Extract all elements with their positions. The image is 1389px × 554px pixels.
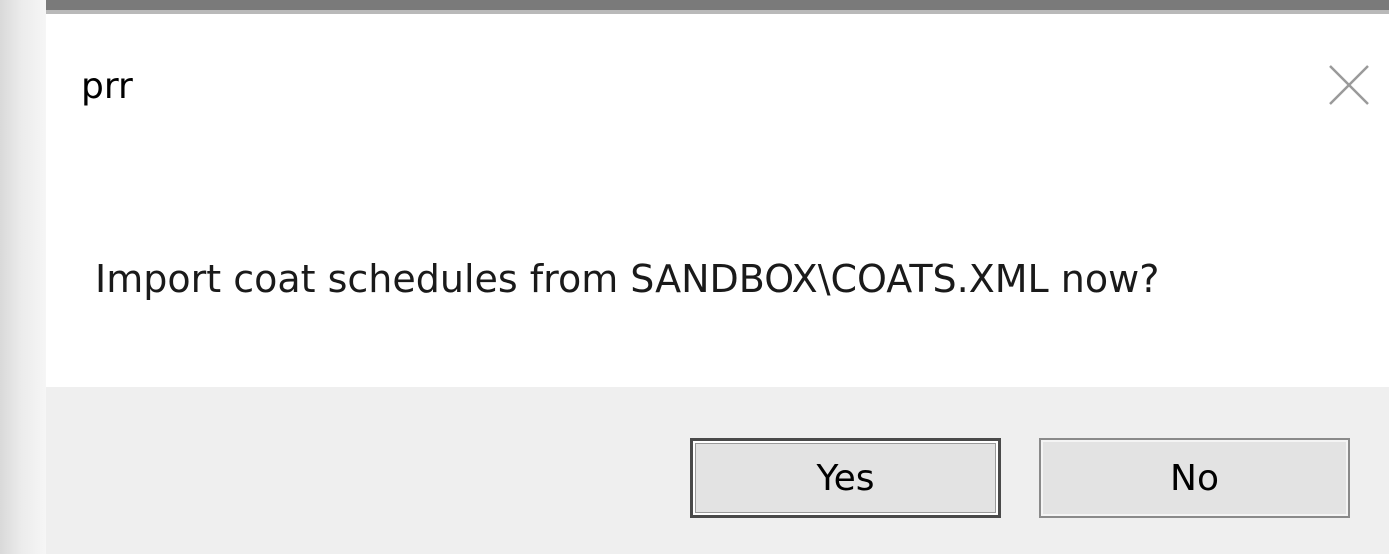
close-button[interactable]: [1324, 60, 1374, 110]
no-button[interactable]: No: [1039, 438, 1350, 518]
message-box-dialog: prr Import coat schedules from SANDBOX\C…: [46, 0, 1389, 554]
dialog-title: prr: [81, 66, 133, 107]
yes-button[interactable]: Yes: [690, 438, 1001, 518]
dialog-button-bar: Yes No: [46, 387, 1389, 554]
close-icon: [1329, 65, 1369, 105]
dialog-message: Import coat schedules from SANDBOX\COATS…: [95, 257, 1160, 301]
